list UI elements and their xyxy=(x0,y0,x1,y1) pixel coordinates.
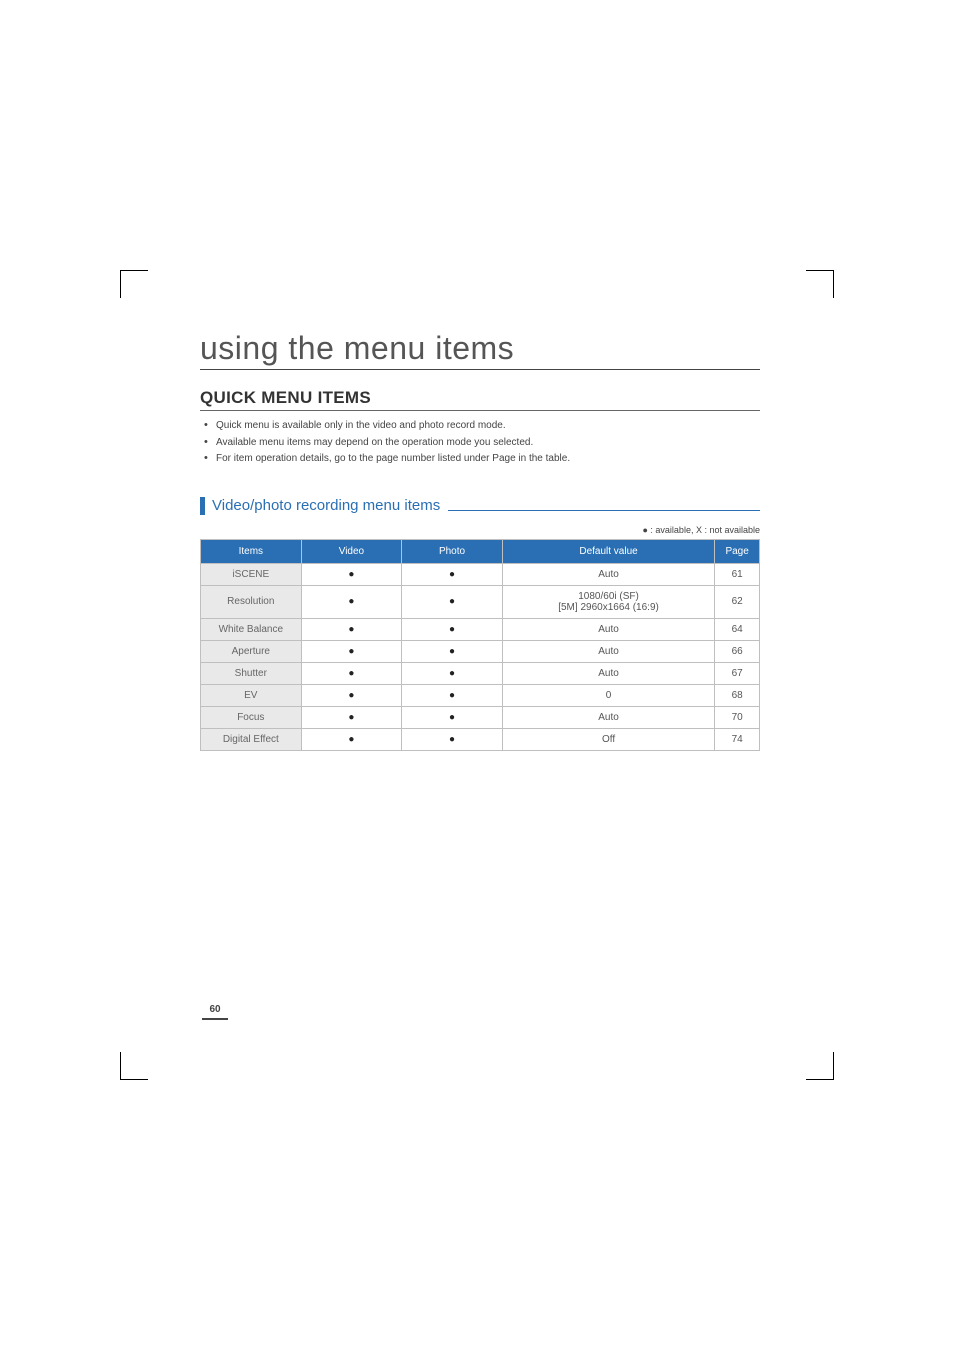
dot-icon: ● xyxy=(348,624,354,635)
dot-icon: ● xyxy=(348,646,354,657)
cell-photo: ● xyxy=(402,706,503,728)
cell-item: Digital Effect xyxy=(201,728,302,750)
dot-icon: ● xyxy=(449,596,455,607)
table-row: Digital Effect ● ● Off 74 xyxy=(201,728,760,750)
dot-icon: ● xyxy=(348,690,354,701)
th-video: Video xyxy=(301,539,402,563)
cell-default: 0 xyxy=(502,684,714,706)
cell-video: ● xyxy=(301,662,402,684)
cell-item: Aperture xyxy=(201,640,302,662)
th-photo: Photo xyxy=(402,539,503,563)
cell-item: iSCENE xyxy=(201,563,302,585)
cell-item: Focus xyxy=(201,706,302,728)
section-notes-list: Quick menu is available only in the vide… xyxy=(200,419,760,467)
cell-video: ● xyxy=(301,618,402,640)
dot-icon: ● xyxy=(348,712,354,723)
crop-mark-bottom-right xyxy=(806,1052,834,1080)
cell-default: Auto xyxy=(502,706,714,728)
page-number-value: 60 xyxy=(209,1004,220,1015)
cell-item: EV xyxy=(201,684,302,706)
cell-video: ● xyxy=(301,585,402,618)
dot-icon: ● xyxy=(348,668,354,679)
table-row: Aperture ● ● Auto 66 xyxy=(201,640,760,662)
cell-page: 67 xyxy=(715,662,760,684)
dot-icon: ● xyxy=(348,734,354,745)
cell-page: 68 xyxy=(715,684,760,706)
cell-default: Auto xyxy=(502,563,714,585)
table-row: Focus ● ● Auto 70 xyxy=(201,706,760,728)
subsection-bar-icon xyxy=(200,497,205,515)
subsection-title: Video/photo recording menu items xyxy=(212,497,440,514)
dot-icon: ● xyxy=(449,569,455,580)
dot-icon: ● xyxy=(449,624,455,635)
cell-photo: ● xyxy=(402,728,503,750)
cell-page: 64 xyxy=(715,618,760,640)
table-row: White Balance ● ● Auto 64 xyxy=(201,618,760,640)
cell-photo: ● xyxy=(402,563,503,585)
crop-mark-top-right xyxy=(806,270,834,298)
cell-video: ● xyxy=(301,563,402,585)
note-item: Available menu items may depend on the o… xyxy=(216,436,760,451)
cell-page: 66 xyxy=(715,640,760,662)
subsection-header: Video/photo recording menu items xyxy=(200,497,760,515)
subsection-rule xyxy=(448,510,760,511)
page-content: using the menu items QUICK MENU ITEMS Qu… xyxy=(200,330,760,751)
section-heading-rule xyxy=(200,410,760,411)
cell-item: Shutter xyxy=(201,662,302,684)
cell-page: 62 xyxy=(715,585,760,618)
table-row: Shutter ● ● Auto 67 xyxy=(201,662,760,684)
quick-menu-table: Items Video Photo Default value Page iSC… xyxy=(200,539,760,751)
dot-icon: ● xyxy=(449,734,455,745)
cell-photo: ● xyxy=(402,662,503,684)
table-legend: ● : available, X : not available xyxy=(200,525,760,535)
cell-photo: ● xyxy=(402,585,503,618)
table-row: Resolution ● ● 1080/60i (SF) [5M] 2960x1… xyxy=(201,585,760,618)
cell-photo: ● xyxy=(402,640,503,662)
cell-photo: ● xyxy=(402,618,503,640)
cell-default: Off xyxy=(502,728,714,750)
table-body: iSCENE ● ● Auto 61 Resolution ● ● 1080/6… xyxy=(201,563,760,750)
section-heading: QUICK MENU ITEMS xyxy=(200,388,760,408)
crop-mark-bottom-left xyxy=(120,1052,148,1080)
table-row: EV ● ● 0 68 xyxy=(201,684,760,706)
cell-default: 1080/60i (SF) [5M] 2960x1664 (16:9) xyxy=(502,585,714,618)
cell-video: ● xyxy=(301,640,402,662)
page-number: 60 xyxy=(200,1004,230,1020)
dot-icon: ● xyxy=(449,690,455,701)
dot-icon: ● xyxy=(449,712,455,723)
cell-default: Auto xyxy=(502,618,714,640)
chapter-title: using the menu items xyxy=(200,330,760,370)
crop-mark-top-left xyxy=(120,270,148,298)
table-row: iSCENE ● ● Auto 61 xyxy=(201,563,760,585)
dot-icon: ● xyxy=(449,668,455,679)
cell-photo: ● xyxy=(402,684,503,706)
note-item: Quick menu is available only in the vide… xyxy=(216,419,760,434)
note-item: For item operation details, go to the pa… xyxy=(216,452,760,467)
cell-video: ● xyxy=(301,706,402,728)
dot-icon: ● xyxy=(348,569,354,580)
cell-video: ● xyxy=(301,684,402,706)
cell-page: 70 xyxy=(715,706,760,728)
cell-default: Auto xyxy=(502,662,714,684)
cell-page: 74 xyxy=(715,728,760,750)
dot-icon: ● xyxy=(449,646,455,657)
cell-default: Auto xyxy=(502,640,714,662)
table-header-row: Items Video Photo Default value Page xyxy=(201,539,760,563)
dot-icon: ● xyxy=(348,596,354,607)
cell-page: 61 xyxy=(715,563,760,585)
th-page: Page xyxy=(715,539,760,563)
cell-item: Resolution xyxy=(201,585,302,618)
page-number-rule xyxy=(202,1018,228,1020)
th-default: Default value xyxy=(502,539,714,563)
th-items: Items xyxy=(201,539,302,563)
cell-item: White Balance xyxy=(201,618,302,640)
cell-video: ● xyxy=(301,728,402,750)
